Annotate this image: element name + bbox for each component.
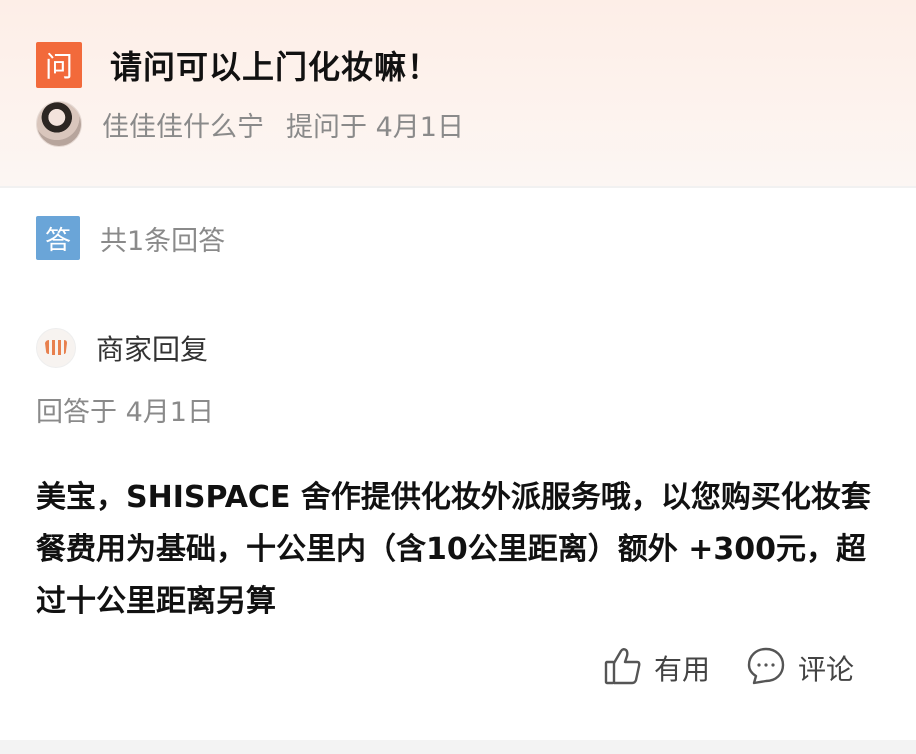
answers-header: 答 共1条回答 bbox=[36, 216, 225, 260]
comment-bubble-icon bbox=[746, 646, 786, 690]
thumbs-up-icon bbox=[604, 646, 642, 690]
asker-name[interactable]: 佳佳佳什么宁 bbox=[102, 105, 264, 144]
bottom-separator bbox=[0, 740, 916, 754]
merchant-label: 商家回复 bbox=[96, 333, 209, 366]
question-section: 问 请问可以上门化妆嘛！ 佳佳佳什么宁 提问于 4月1日 bbox=[0, 0, 916, 186]
merchant-row: 商家回复 bbox=[36, 328, 208, 368]
answer-actions: 有用 评论 bbox=[604, 646, 854, 690]
asker-row: 佳佳佳什么宁 提问于 4月1日 bbox=[36, 101, 464, 147]
useful-button[interactable]: 有用 bbox=[604, 646, 710, 690]
answer-count: 共1条回答 bbox=[100, 225, 226, 257]
question-title: 请问可以上门化妆嘛！ bbox=[110, 48, 441, 86]
shop-awning-icon bbox=[36, 328, 76, 368]
qa-page: 问 请问可以上门化妆嘛！ 佳佳佳什么宁 提问于 4月1日 答 共1条回答 商家回… bbox=[0, 0, 916, 754]
comment-button[interactable]: 评论 bbox=[746, 646, 854, 690]
useful-label: 有用 bbox=[654, 653, 711, 686]
answer-text: 美宝，SHISPACE 舍作提供化妆外派服务哦，以您购买化妆套餐费用为基础，十公… bbox=[36, 480, 871, 619]
section-divider bbox=[0, 186, 916, 188]
answer-date: 回答于 4月1日 bbox=[36, 397, 214, 428]
comment-label: 评论 bbox=[798, 653, 855, 686]
asker-avatar[interactable] bbox=[36, 101, 82, 147]
answer-badge-icon: 答 bbox=[36, 216, 80, 260]
asked-date: 提问于 4月1日 bbox=[286, 111, 464, 143]
question-badge-icon: 问 bbox=[36, 42, 82, 88]
question-title-row: 问 请问可以上门化妆嘛！ bbox=[36, 42, 440, 88]
